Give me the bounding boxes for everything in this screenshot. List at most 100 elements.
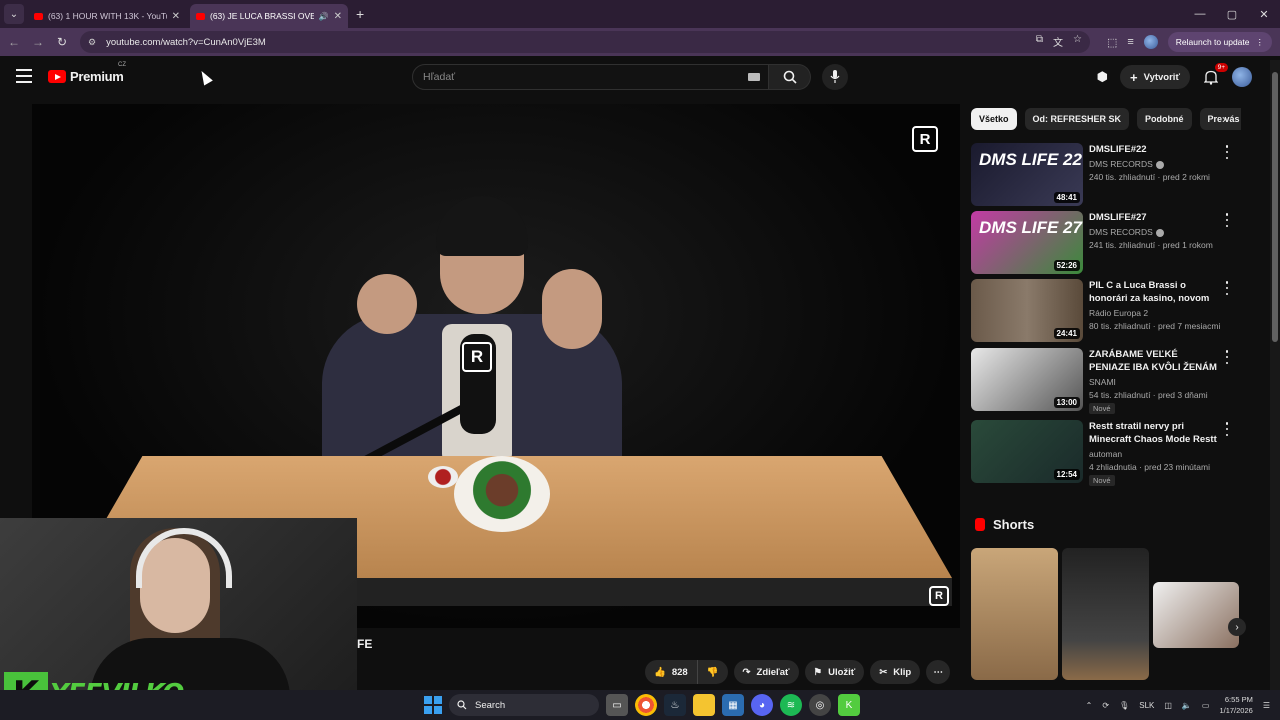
clock[interactable]: 6:55 PM 1/17/2026 — [1219, 694, 1252, 716]
video-title: ZARÁBAME VEĽKÉ PENIAZE IBA KVÔLI ŽENÁM -… — [1089, 349, 1217, 373]
speaker-icon[interactable]: 🔊 — [319, 12, 329, 21]
short-thumbnail[interactable] — [1153, 582, 1239, 648]
duration-badge: 13:00 — [1053, 397, 1080, 408]
keyboard-icon[interactable] — [748, 73, 760, 81]
chip-related[interactable]: Podobné — [1137, 108, 1192, 130]
save-button[interactable]: ⚑ Uložiť — [804, 660, 865, 684]
obs-icon[interactable]: ◎ — [809, 694, 831, 716]
chip-all[interactable]: Všetko — [971, 108, 1017, 130]
install-app-icon[interactable]: ⧉ — [1036, 34, 1043, 49]
voice-search-button[interactable] — [822, 64, 848, 90]
scroll-thumb[interactable] — [1272, 72, 1278, 342]
close-window-icon[interactable]: ✕ — [1248, 0, 1280, 28]
task-view-icon[interactable]: ▭ — [606, 694, 628, 716]
share-button[interactable]: ↷ Zdieľať — [733, 660, 799, 684]
taskbar-apps: Search ▭ ♨ ▦ ◕ ≋ ◎ K — [424, 693, 860, 717]
clock-time: 6:55 PM — [1224, 695, 1253, 704]
search-input[interactable]: Hľadať — [412, 64, 769, 90]
dislike-button[interactable]: 👎 — [697, 660, 728, 684]
video-thumbnail[interactable]: 13:00 — [971, 348, 1083, 411]
menu-icon[interactable] — [16, 69, 32, 83]
volume-icon[interactable]: 🔈 — [1182, 701, 1192, 710]
network-icon[interactable]: ⟳ — [1102, 701, 1109, 710]
video-thumbnail[interactable]: 12:54 — [971, 420, 1083, 483]
mic-tray-icon[interactable]: 🎙 — [1119, 701, 1129, 710]
steam-icon[interactable]: ♨ — [664, 694, 686, 716]
store-icon[interactable]: ▦ — [722, 694, 744, 716]
thumbnail-text: DMS LIFE 27 — [979, 218, 1082, 237]
minimize-icon[interactable]: — — [1184, 0, 1216, 28]
address-bar[interactable]: ⚙ youtube.com/watch?v=CunAn0VjE3M ⧉ 文 ☆ — [80, 31, 1090, 53]
windows-taskbar: Search ▭ ♨ ▦ ◕ ≋ ◎ K ⌃ ⟳ 🎙 SLK ◫ 🔈 ▭ 6:5… — [0, 690, 1280, 720]
cast-icon[interactable]: ⬢ — [1097, 69, 1108, 85]
wifi-icon[interactable]: ◫ — [1164, 701, 1172, 710]
chevron-up-icon[interactable]: ⌃ — [1086, 701, 1093, 710]
account-avatar[interactable] — [1232, 67, 1252, 87]
notification-center-icon[interactable]: ☰ — [1263, 701, 1270, 710]
file-explorer-icon[interactable] — [693, 694, 715, 716]
relaunch-button[interactable]: Relaunch to update ⋮ — [1167, 32, 1272, 52]
chip-from-channel[interactable]: Od: REFRESHER SK — [1024, 108, 1130, 130]
clip-button[interactable]: ✂ Klip — [870, 660, 921, 684]
logo-text: Premium — [70, 69, 124, 84]
recommendation-item[interactable]: DMS LIFE 27 52:26 DMSLIFE#27 DMS RECORDS… — [971, 211, 1233, 275]
tab-title: (63) 1 HOUR WITH 13K - YouTube — [48, 11, 167, 21]
site-info-icon[interactable]: ⚙ — [88, 37, 96, 48]
browser-toolbar: ← → ↻ ⚙ youtube.com/watch?v=CunAn0VjE3M … — [0, 28, 1280, 56]
chevron-right-icon[interactable]: › — [1215, 110, 1233, 128]
more-vert-icon[interactable] — [1221, 281, 1233, 295]
bookmark-icon: ⚑ — [813, 666, 823, 678]
forward-icon[interactable]: → — [26, 30, 50, 54]
tab-search-button[interactable]: ⌄ — [4, 4, 24, 24]
video-thumbnail[interactable]: DMS LIFE 22 48:41 — [971, 143, 1083, 206]
video-thumbnail[interactable]: 24:41 — [971, 279, 1083, 342]
clip-label: Klip — [893, 666, 912, 678]
duration-badge: 12:54 — [1053, 469, 1080, 480]
recommendation-item[interactable]: 12:54 Restt stratil nervy pri Minecraft … — [971, 420, 1233, 486]
short-thumbnail[interactable] — [971, 548, 1058, 680]
search-button[interactable] — [769, 64, 811, 90]
bookmark-star-icon[interactable]: ☆ — [1073, 34, 1082, 49]
video-actions: 👍 828 👎 ↷ Zdieľať ⚑ Uložiť ✂ Klip ⋯ — [645, 660, 951, 684]
video-bowl — [454, 456, 550, 532]
more-vert-icon[interactable] — [1221, 145, 1233, 159]
taskbar-search[interactable]: Search — [449, 694, 599, 716]
page-scrollbar[interactable] — [1270, 60, 1280, 690]
youtube-play-icon — [48, 70, 66, 83]
more-actions-button[interactable]: ⋯ — [926, 660, 951, 684]
media-controls-icon[interactable]: ≡ — [1127, 36, 1133, 48]
maximize-icon[interactable]: ▢ — [1216, 0, 1248, 28]
chevron-right-icon[interactable]: › — [1228, 618, 1246, 636]
reload-icon[interactable]: ↻ — [50, 30, 74, 54]
shorts-label: Shorts — [993, 517, 1035, 532]
recommendation-item[interactable]: 24:41 PIL C a Luca Brassi o honorári za … — [971, 279, 1233, 343]
recommendation-item[interactable]: 13:00 ZARÁBAME VEĽKÉ PENIAZE IBA KVÔLI Ž… — [971, 348, 1233, 414]
recommendation-item[interactable]: DMS LIFE 22 48:41 DMSLIFE#22 DMS RECORDS… — [971, 143, 1233, 207]
more-vert-icon[interactable] — [1221, 213, 1233, 227]
close-tab-icon[interactable]: ✕ — [334, 11, 342, 22]
discord-icon[interactable]: ◕ — [751, 694, 773, 716]
create-button[interactable]: + Vytvoriť — [1120, 65, 1190, 89]
chrome-icon[interactable] — [635, 694, 657, 716]
back-icon[interactable]: ← — [2, 30, 26, 54]
profile-avatar[interactable] — [1143, 35, 1158, 49]
windows-start-icon[interactable] — [424, 696, 442, 714]
youtube-logo[interactable]: Premium CZ — [48, 62, 126, 84]
new-tab-button[interactable]: + — [356, 6, 364, 22]
browser-tab-active[interactable]: (63) JE LUCA BRASSI OVERRATED 🔊 ✕ — [190, 4, 348, 28]
translate-icon[interactable]: 文 — [1053, 34, 1063, 49]
more-vert-icon[interactable] — [1221, 422, 1233, 436]
video-thumbnail[interactable]: DMS LIFE 27 52:26 — [971, 211, 1083, 274]
notifications-button[interactable]: 9+ — [1202, 63, 1228, 86]
like-button[interactable]: 👍 828 — [645, 660, 698, 684]
close-tab-icon[interactable]: ✕ — [172, 11, 180, 22]
more-vert-icon[interactable] — [1221, 350, 1233, 364]
kick-app-icon[interactable]: K — [838, 694, 860, 716]
channel-watermark-icon[interactable]: R — [912, 126, 938, 152]
language-indicator[interactable]: SLK — [1139, 701, 1154, 710]
spotify-icon[interactable]: ≋ — [780, 694, 802, 716]
short-thumbnail[interactable] — [1062, 548, 1149, 680]
extensions-icon[interactable]: ⬚ — [1107, 36, 1117, 49]
battery-icon[interactable]: ▭ — [1202, 701, 1210, 710]
browser-tab[interactable]: (63) 1 HOUR WITH 13K - YouTube ✕ — [28, 4, 186, 28]
